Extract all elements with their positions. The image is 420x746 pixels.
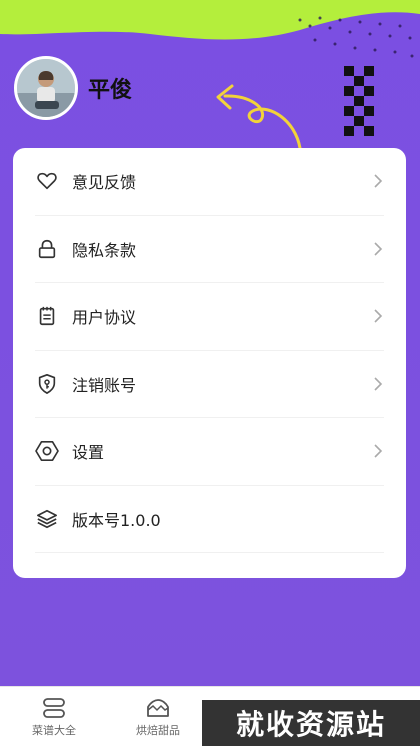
layers-icon bbox=[35, 507, 59, 531]
chevron-right-icon bbox=[374, 174, 383, 188]
menu-label: 用户协议 bbox=[72, 308, 137, 328]
user-name: 平俊 bbox=[88, 78, 133, 103]
tab-baking[interactable]: 烘焙甜品 bbox=[108, 687, 208, 746]
menu-item-privacy[interactable]: 隐私条款 bbox=[35, 216, 384, 283]
document-icon bbox=[35, 304, 59, 328]
menu-item-user-agreement[interactable]: 用户协议 bbox=[35, 283, 384, 351]
chevron-right-icon bbox=[374, 377, 383, 391]
tab-label: 菜谱大全 bbox=[32, 723, 76, 737]
chevron-right-icon bbox=[374, 444, 383, 458]
menu-item-delete-account[interactable]: 注销账号 bbox=[35, 351, 384, 418]
menu-item-settings[interactable]: 设置 bbox=[35, 418, 384, 486]
chevron-right-icon bbox=[374, 309, 383, 323]
menu-item-feedback[interactable]: 意见反馈 bbox=[35, 148, 384, 216]
lock-icon bbox=[35, 237, 59, 261]
menu-item-version: 版本号1.0.0 bbox=[35, 486, 384, 553]
heart-icon bbox=[35, 169, 59, 193]
menu-label: 设置 bbox=[72, 443, 105, 463]
cake-icon bbox=[147, 698, 169, 717]
menu-label: 意见反馈 bbox=[72, 173, 137, 193]
recipe-list-icon bbox=[43, 697, 65, 718]
chevron-right-icon bbox=[374, 242, 383, 256]
menu-label: 隐私条款 bbox=[72, 240, 137, 260]
profile-header: 平俊 bbox=[14, 56, 132, 120]
avatar[interactable] bbox=[14, 56, 78, 120]
tab-label: 烘焙甜品 bbox=[136, 723, 180, 737]
tab-recipes[interactable]: 菜谱大全 bbox=[4, 687, 104, 746]
hexagon-settings-icon bbox=[35, 439, 59, 463]
settings-menu-card: 意见反馈 隐私条款 用户协议 注销账号 设置 版本号1.0.0 bbox=[13, 148, 406, 578]
menu-label: 注销账号 bbox=[72, 375, 137, 395]
shield-key-icon bbox=[35, 372, 59, 396]
version-label: 版本号1.0.0 bbox=[72, 510, 161, 530]
watermark-banner: 就收资源站 bbox=[202, 700, 420, 746]
